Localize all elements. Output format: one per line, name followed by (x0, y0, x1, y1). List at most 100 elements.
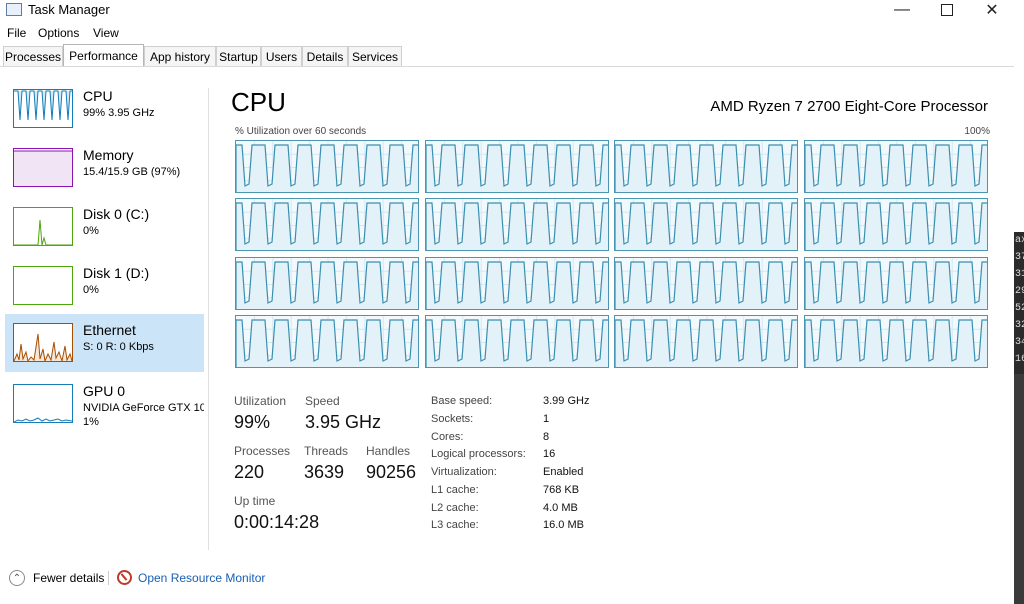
tab-services[interactable]: Services (348, 46, 402, 66)
title-bar: Task Manager — ✕ (0, 0, 1014, 20)
utilization-value: 99% (234, 412, 271, 432)
logical-processor-svg (426, 141, 608, 192)
tab-details[interactable]: Details (302, 46, 348, 66)
tab-processes[interactable]: Processes (3, 46, 63, 66)
sidebar-item-label: Ethernet (83, 322, 136, 338)
processor-model: AMD Ryzen 7 2700 Eight-Core Processor (710, 98, 988, 115)
spec-label: Virtualization: (431, 466, 497, 478)
spec-label: Sockets: (431, 413, 474, 425)
logical-processor-graph (614, 315, 798, 368)
sidebar-item-label: Disk 0 (C:) (83, 206, 150, 222)
processes-value: 220 (234, 462, 265, 482)
threads-value: 3639 (304, 462, 345, 482)
sidebar-divider (208, 88, 209, 550)
uptime-label: Up time (234, 494, 276, 508)
sidebar-item-label: Disk 1 (D:) (83, 265, 150, 281)
logical-processor-svg (805, 316, 987, 367)
resource-monitor-icon[interactable] (117, 570, 132, 585)
gpu-thumbnail-graph (13, 384, 73, 423)
processes-label: Processes (234, 444, 291, 458)
logical-processor-svg (236, 199, 418, 250)
sidebar-item-label: GPU 0 (83, 383, 126, 399)
logical-processor-graph (425, 315, 609, 368)
sidebar-item-disk-1[interactable]: Disk 1 (D:) 0% (5, 263, 204, 321)
sidebar-item-detail: 0% (83, 225, 99, 237)
cpu-thumbnail-svg (14, 90, 72, 121)
close-button[interactable]: ✕ (970, 0, 1014, 20)
disk0-thumbnail-graph (13, 207, 73, 246)
utilization-line (236, 319, 418, 367)
logical-processor-svg (615, 316, 797, 367)
background-text: 37 (1015, 252, 1024, 263)
background-text: ax (1015, 235, 1024, 246)
utilization-line (615, 261, 797, 309)
background-text: 34 (1015, 337, 1024, 348)
cpu-thumbnail-graph (13, 89, 73, 128)
logical-processor-graph (804, 315, 988, 368)
tab-startup[interactable]: Startup (216, 46, 261, 66)
spec-value: 768 KB (543, 484, 580, 496)
logical-processor-graph (804, 140, 988, 193)
open-resource-monitor-link[interactable]: Open Resource Monitor (138, 571, 265, 585)
logical-processor-svg (236, 258, 418, 309)
tab-users[interactable]: Users (261, 46, 302, 66)
utilization-line (236, 202, 418, 250)
fewer-details-button[interactable]: Fewer details (33, 571, 104, 585)
sidebar-item-ethernet[interactable]: Ethernet S: 0 R: 0 Kbps (5, 314, 204, 372)
uptime-value: 0:00:14:28 (234, 512, 320, 532)
utilization-line (426, 202, 608, 250)
tab-app-history[interactable]: App history (144, 46, 216, 66)
menu-file[interactable]: File (7, 26, 26, 40)
tab-performance[interactable]: Performance (63, 44, 144, 67)
sidebar-item-label: Memory (83, 147, 134, 163)
menu-options[interactable]: Options (38, 26, 79, 40)
logical-processor-graph (425, 140, 609, 193)
maximize-icon (941, 4, 953, 16)
logical-processor-graph (425, 257, 609, 310)
logical-processor-graph (614, 198, 798, 251)
window-title: Task Manager (28, 2, 110, 17)
speed-value: 3.95 GHz (305, 412, 382, 432)
spec-value: 3.99 GHz (543, 395, 590, 407)
utilization-line (615, 144, 797, 192)
footer-bar: ⌃ Fewer details Open Resource Monitor (0, 562, 1014, 594)
sidebar-item-memory[interactable]: Memory 15.4/15.9 GB (97%) (5, 145, 204, 203)
handles-value: 90256 (366, 462, 417, 482)
logical-processor-graph (425, 198, 609, 251)
footer-divider (108, 571, 109, 585)
menu-view[interactable]: View (93, 26, 119, 40)
background-text: 16 (1015, 354, 1024, 365)
sidebar-item-gpu-0[interactable]: GPU 0 NVIDIA GeForce GTX 107 1% (5, 381, 204, 439)
logical-processor-svg (236, 316, 418, 367)
sidebar-item-detail: NVIDIA GeForce GTX 107 (83, 402, 204, 414)
maximize-button[interactable] (925, 0, 969, 20)
utilization-graph-max: 100% (964, 126, 990, 137)
chevron-up-icon[interactable]: ⌃ (9, 570, 25, 586)
utilization-line (805, 261, 987, 309)
spec-value: 8 (543, 431, 550, 443)
logical-processor-svg (615, 141, 797, 192)
logical-processor-graph (614, 257, 798, 310)
utilization-line (426, 144, 608, 192)
logical-processor-svg (805, 258, 987, 309)
logical-processor-graph (804, 257, 988, 310)
minimize-button[interactable]: — (880, 0, 924, 20)
sidebar-item-usage: 1% (83, 416, 99, 428)
logical-processor-svg (805, 199, 987, 250)
spec-label: Base speed: (431, 395, 493, 407)
sidebar-item-cpu[interactable]: CPU 99% 3.95 GHz (5, 86, 204, 144)
spec-label: L1 cache: (431, 484, 479, 496)
spec-label: L2 cache: (431, 502, 479, 514)
spec-value: Enabled (543, 466, 584, 478)
logical-processor-svg (426, 316, 608, 367)
logical-processor-graphs (235, 140, 989, 368)
utilization-label: Utilization (234, 394, 287, 408)
background-window-dark (1014, 374, 1024, 604)
sidebar-item-disk-0[interactable]: Disk 0 (C:) 0% (5, 204, 204, 262)
utilization-line (236, 261, 418, 309)
spec-value: 1 (543, 413, 550, 425)
logical-processor-graph (804, 198, 988, 251)
handles-label: Handles (366, 444, 411, 458)
sidebar-item-detail: S: 0 R: 0 Kbps (83, 341, 154, 353)
ethernet-thumbnail-svg (13, 333, 73, 363)
